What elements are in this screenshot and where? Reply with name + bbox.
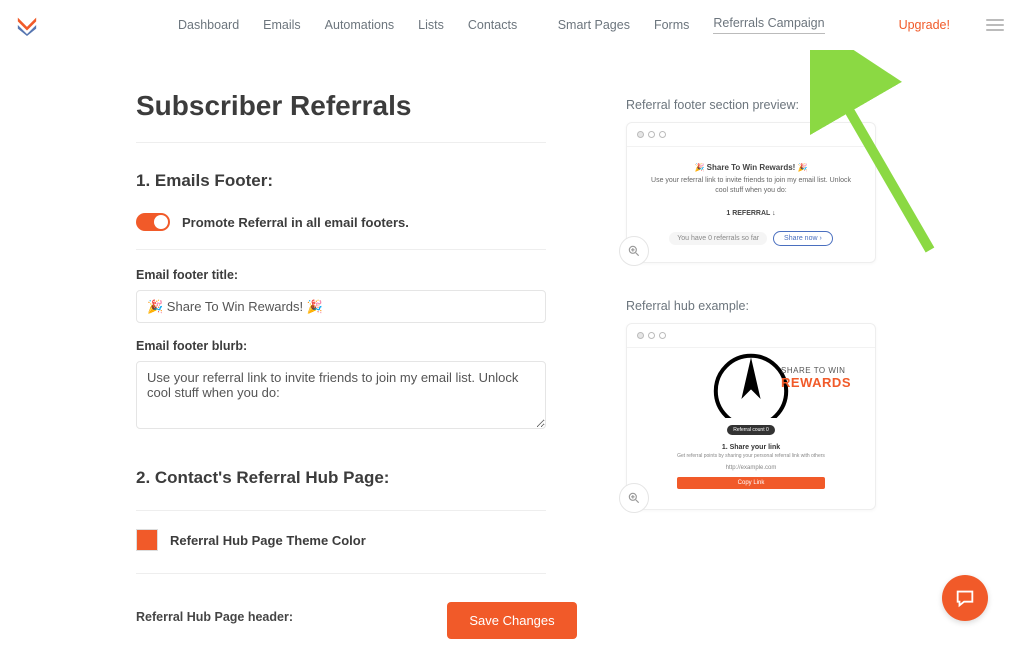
hub-step-heading: 1. Share your link xyxy=(657,444,845,451)
nav-lists[interactable]: Lists xyxy=(418,18,444,32)
hub-line2: REWARDS xyxy=(781,375,851,390)
preview-hub-card: SHARE TO WIN REWARDS Referral count 0 1.… xyxy=(626,323,876,511)
top-nav: Dashboard Emails Automations Lists Conta… xyxy=(0,0,1024,50)
settings-column: Subscriber Referrals 1. Emails Footer: P… xyxy=(136,90,546,624)
pv-referral-count: 1 REFERRAL ↓ xyxy=(645,210,857,217)
footer-title-label: Email footer title: xyxy=(136,268,546,282)
divider xyxy=(136,510,546,511)
hub-line1: SHARE TO WIN xyxy=(781,366,851,375)
magnify-plus-icon xyxy=(627,244,641,258)
upgrade-link[interactable]: Upgrade! xyxy=(899,18,950,32)
pv-share-button: Share now › xyxy=(773,231,833,246)
hub-copy-button: Copy Link xyxy=(677,477,825,489)
divider xyxy=(136,142,546,143)
hub-url: http://example.com xyxy=(657,465,845,471)
nav-dashboard[interactable]: Dashboard xyxy=(178,18,239,32)
promote-toggle[interactable] xyxy=(136,213,170,231)
save-bar: Save Changes xyxy=(0,602,1024,639)
hub-banner: SHARE TO WIN REWARDS xyxy=(627,348,875,418)
hub-banner-text: SHARE TO WIN REWARDS xyxy=(781,366,851,390)
save-changes-button[interactable]: Save Changes xyxy=(447,602,576,639)
main-content: Subscriber Referrals 1. Emails Footer: P… xyxy=(0,50,1024,624)
divider xyxy=(136,573,546,574)
nav-emails[interactable]: Emails xyxy=(263,18,301,32)
theme-color-label: Referral Hub Page Theme Color xyxy=(170,533,366,548)
pv-count-pill: You have 0 referrals so far xyxy=(669,232,767,245)
hub-logo-icon xyxy=(711,348,791,418)
nav-referrals-campaign[interactable]: Referrals Campaign xyxy=(713,16,824,34)
nav-smart-pages[interactable]: Smart Pages xyxy=(558,18,630,32)
nav-right: Smart Pages Forms Referrals Campaign Upg… xyxy=(558,16,1004,34)
nav-left: Dashboard Emails Automations Lists Conta… xyxy=(178,18,517,32)
window-dots xyxy=(627,324,875,348)
promote-toggle-row: Promote Referral in all email footers. xyxy=(136,213,546,231)
promote-toggle-label: Promote Referral in all email footers. xyxy=(182,215,409,230)
nav-contacts[interactable]: Contacts xyxy=(468,18,517,32)
section1-heading: 1. Emails Footer: xyxy=(136,171,546,191)
preview-column: Referral footer section preview: 🎉 Share… xyxy=(626,90,976,624)
zoom-footer-preview-button[interactable] xyxy=(619,236,649,266)
hub-referral-badge: Referral count 0 xyxy=(727,425,775,435)
divider xyxy=(136,249,546,250)
page-title: Subscriber Referrals xyxy=(136,90,546,122)
theme-color-swatch[interactable] xyxy=(136,529,158,551)
preview-footer-label: Referral footer section preview: xyxy=(626,98,976,112)
nav-automations[interactable]: Automations xyxy=(325,18,394,32)
preview-footer-card: 🎉 Share To Win Rewards! 🎉 Use your refer… xyxy=(626,122,876,263)
footer-blurb-label: Email footer blurb: xyxy=(136,339,546,353)
hub-step-text: Get referral points by sharing your pers… xyxy=(657,453,845,460)
chat-fab[interactable] xyxy=(942,575,988,621)
section2-heading: 2. Contact's Referral Hub Page: xyxy=(136,468,546,488)
pv-footer-title: 🎉 Share To Win Rewards! 🎉 xyxy=(645,163,857,172)
magnify-plus-icon xyxy=(627,491,641,505)
window-dots xyxy=(627,123,875,147)
pv-footer-blurb: Use your referral link to invite friends… xyxy=(645,176,857,196)
app-logo xyxy=(16,14,38,36)
footer-blurb-textarea[interactable] xyxy=(136,361,546,429)
nav-forms[interactable]: Forms xyxy=(654,18,689,32)
menu-icon[interactable] xyxy=(986,19,1004,31)
footer-title-input[interactable] xyxy=(136,290,546,323)
zoom-hub-preview-button[interactable] xyxy=(619,483,649,513)
chat-icon xyxy=(954,587,976,609)
theme-color-row: Referral Hub Page Theme Color xyxy=(136,529,546,551)
preview-hub-label: Referral hub example: xyxy=(626,299,976,313)
